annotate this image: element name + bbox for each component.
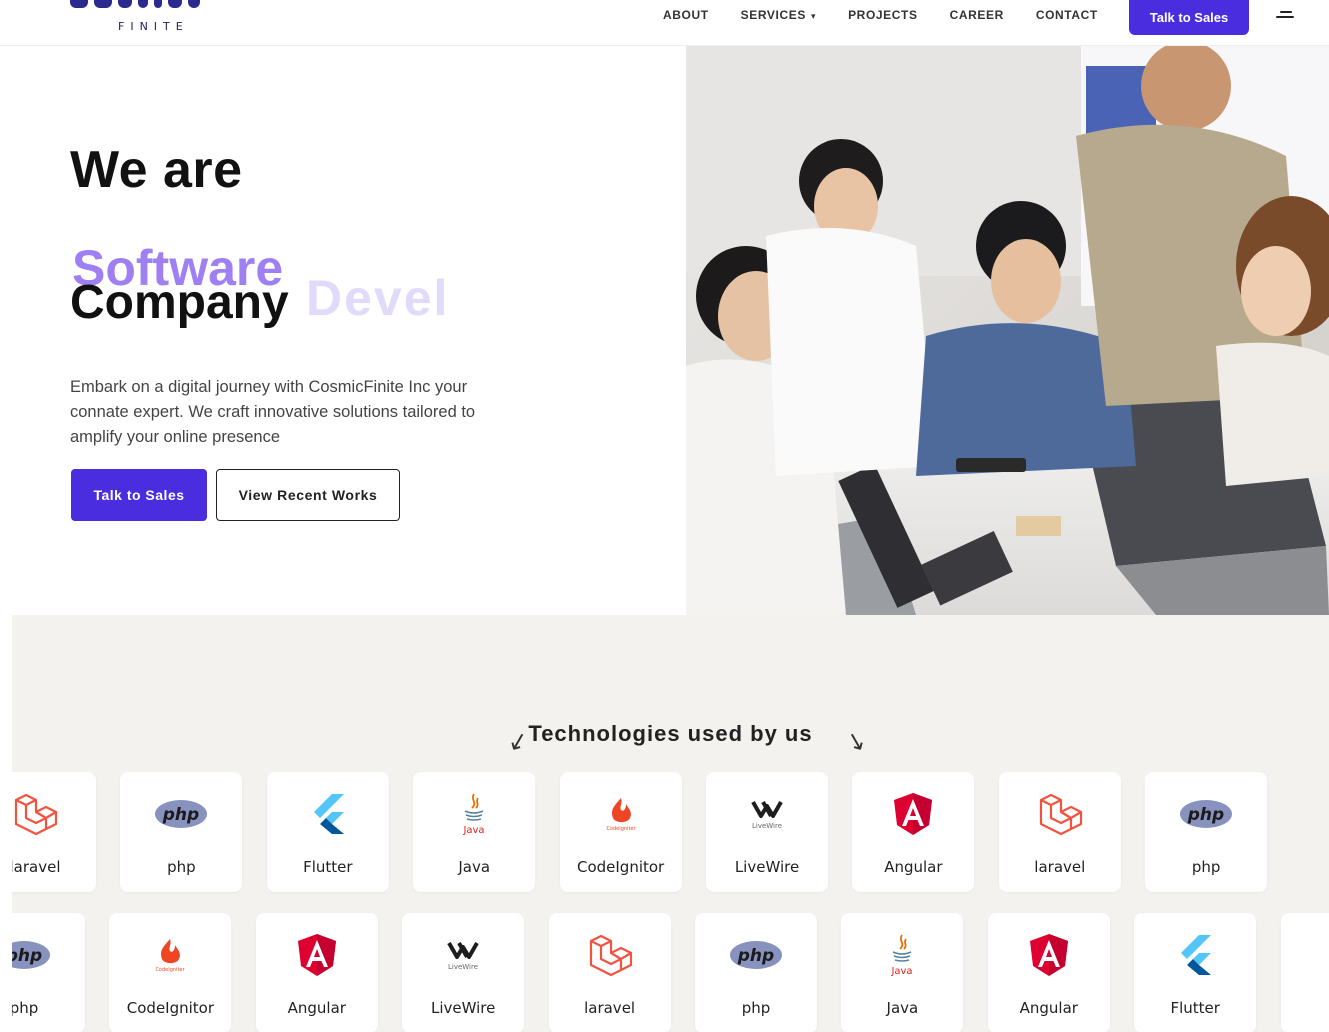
codeigniter-icon: CodeIgniter (109, 933, 231, 977)
svg-text:Java: Java (463, 825, 485, 836)
flutter-icon (1134, 933, 1256, 977)
tech-card-laravel: laravel (998, 772, 1121, 892)
svg-text:php: php (12, 946, 42, 966)
tech-card-flutter: Flutter (1134, 913, 1257, 1032)
tech-carousel-row-1: laravel php php Flutter Java Java CodeIgniter C… (12, 772, 1329, 892)
main-nav: ABOUT SERVICES ▾ PROJECTS CAREER CONTACT (663, 8, 1130, 22)
tech-card-angular: Angular (852, 772, 975, 892)
nav-about[interactable]: ABOUT (663, 8, 709, 22)
svg-text:LiveWire: LiveWire (752, 822, 782, 830)
flutter-icon (267, 792, 389, 836)
tech-card-label: laravel (1034, 858, 1086, 876)
tech-card-label: LiveWire (734, 858, 800, 876)
nav-services[interactable]: SERVICES ▾ (741, 8, 816, 22)
hero-ghost-text-2: Devel (306, 270, 450, 326)
livewire-icon: LiveWire (706, 792, 828, 836)
tech-card-php: php php (12, 913, 85, 1032)
nav-talk-to-sales-button[interactable]: Talk to Sales (1129, 0, 1249, 35)
svg-text:LiveWire: LiveWire (448, 963, 478, 971)
tech-card-label: Java (458, 858, 491, 876)
tech-card-codeignitor: CodeIgniter CodeIgnitor (559, 772, 682, 892)
tech-card-label: Flutter (1170, 999, 1220, 1017)
nav-contact[interactable]: CONTACT (1036, 8, 1098, 22)
php-icon: php (1145, 792, 1267, 836)
codeigniter-icon: CodeIgniter (560, 792, 682, 836)
hero-heading: We are Software Devel Company (70, 140, 630, 329)
logo-mark (70, 0, 200, 10)
tech-card-flutter: Flutter (266, 772, 389, 892)
hamburger-menu-icon[interactable] (1276, 11, 1296, 25)
talk-to-sales-button[interactable]: Talk to Sales (71, 469, 207, 521)
tech-card-php: php php (695, 913, 817, 1032)
view-recent-works-button[interactable]: View Recent Works (216, 469, 400, 521)
tech-card-codeignitor: CodeIgniter CodeIgnitor (109, 913, 232, 1032)
hero-line-we-are: We are (70, 141, 243, 199)
tech-card-java: Java Java (841, 913, 964, 1032)
tech-card-label: php (167, 858, 196, 876)
laravel-icon (12, 792, 96, 836)
logo-subtitle: FINITE (118, 20, 189, 33)
php-icon: php (120, 792, 242, 836)
site-header: FINITE ABOUT SERVICES ▾ PROJECTS CAREER C… (0, 0, 1329, 46)
tech-card-label: Angular (287, 999, 346, 1017)
tech-card-angular: Angular (255, 913, 378, 1032)
chevron-down-icon: ▾ (810, 11, 817, 21)
tech-carousel-row-2: php php CodeIgniter CodeIgnitor Angular LiveW… (12, 913, 1329, 1032)
php-icon: php (695, 933, 817, 977)
svg-text:php: php (162, 805, 199, 825)
tech-card-label: laravel (12, 858, 61, 876)
hero-team-photo (686, 46, 1329, 615)
laravel-icon (549, 933, 671, 977)
tech-card-livewire: LiveWire LiveWire (402, 913, 525, 1032)
tech-card-label: Flutter (303, 858, 353, 876)
svg-text:Java: Java (891, 966, 913, 977)
tech-card-j: Java J (1280, 913, 1329, 1032)
tech-card-label: php (12, 999, 39, 1017)
java-icon: Java (1281, 933, 1329, 977)
php-icon: php (12, 933, 85, 977)
technologies-title: Technologies used by us (528, 721, 813, 746)
hero-description: Embark on a digital journey with CosmicF… (70, 378, 476, 446)
svg-text:CodeIgniter: CodeIgniter (606, 826, 636, 832)
tech-card-label: CodeIgnitor (576, 858, 665, 876)
tech-card-label: J (1281, 999, 1329, 1017)
svg-text:php: php (1187, 805, 1224, 825)
laravel-icon (999, 792, 1121, 836)
livewire-icon: LiveWire (402, 933, 524, 977)
tech-card-laravel: laravel (548, 913, 671, 1032)
tech-card-angular: Angular (987, 913, 1110, 1032)
java-icon: Java (413, 792, 535, 836)
tech-card-php: php php (120, 772, 243, 892)
tech-card-java: Java Java (413, 772, 536, 892)
java-icon: Java (841, 933, 963, 977)
tech-card-label: LiveWire (431, 999, 496, 1017)
tech-card-laravel: laravel (12, 772, 96, 892)
svg-text:CodeIgniter: CodeIgniter (156, 967, 186, 973)
angular-icon (988, 933, 1110, 977)
tech-card-label: CodeIgnitor (126, 999, 215, 1017)
hero-animated-text: Software Devel Company (70, 235, 630, 355)
logo[interactable]: FINITE (70, 0, 210, 40)
nav-career[interactable]: CAREER (950, 8, 1004, 22)
tech-card-livewire: LiveWire LiveWire (706, 772, 828, 892)
tech-card-label: php (1191, 858, 1221, 876)
tech-card-label: laravel (584, 999, 636, 1017)
tech-card-label: php (741, 999, 771, 1017)
angular-icon (256, 933, 378, 977)
tech-card-label: Java (886, 999, 919, 1017)
tech-card-label: Angular (1019, 999, 1078, 1017)
nav-projects[interactable]: PROJECTS (848, 8, 917, 22)
svg-text:php: php (737, 946, 774, 966)
hero-company-text: Company (70, 276, 289, 329)
angular-icon (852, 792, 974, 836)
tech-card-php: php php (1145, 772, 1268, 892)
tech-card-label: Angular (884, 858, 943, 876)
technologies-section: ↙ Technologies used by us ↘ laravel php ph… (12, 615, 1329, 1032)
